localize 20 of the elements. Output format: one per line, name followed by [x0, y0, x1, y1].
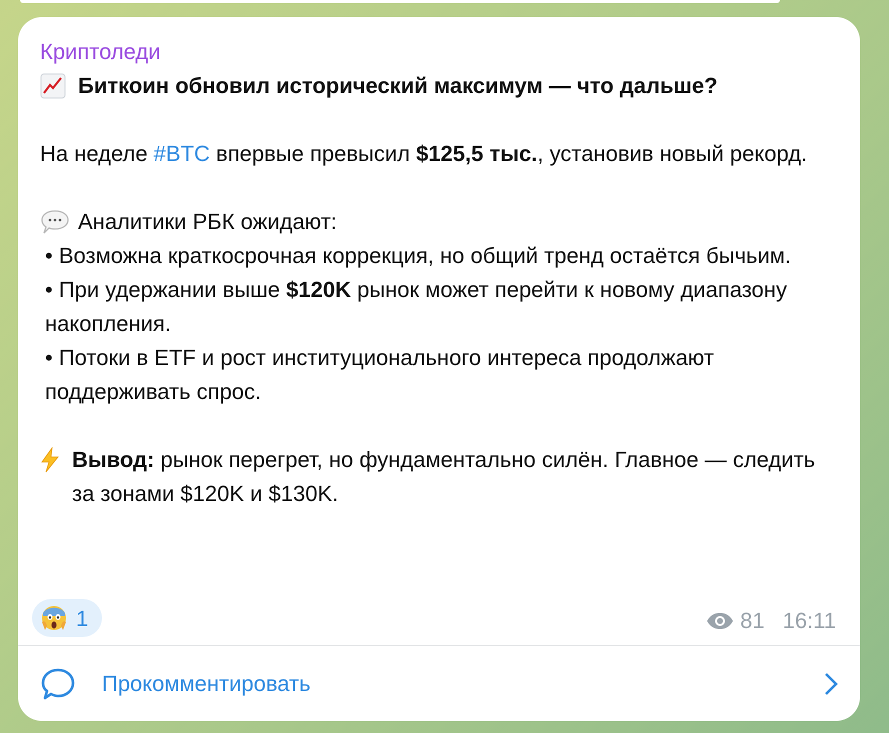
lightning-icon [40, 447, 60, 473]
view-count: 81 [740, 607, 765, 635]
channel-name[interactable]: Криптоледи [40, 35, 161, 69]
comment-button[interactable]: Прокомментировать [18, 645, 860, 721]
intro-paragraph: На неделе #BTC впервые превысил $125,5 тыс., установив новый рекорд. [40, 140, 808, 168]
hashtag-link[interactable]: #BTC [154, 141, 210, 166]
bullet-point: • Возможна краткосрочная коррекция, но общий тренд остаётся бычьим. [44, 242, 792, 270]
post-title: Биткоин обновил исторический максимум — что дальше? [78, 72, 718, 100]
reaction-chip[interactable]: 1 [32, 599, 102, 637]
eye-icon [706, 612, 734, 630]
comment-icon [40, 666, 76, 702]
conclusion-paragraph: Вывод: рынок перегрет, но фундаментально силён. Главное — следить за зонами $120K и $130K. [72, 446, 816, 508]
chart-icon [40, 73, 66, 99]
bullet-point: • При удержании выше $120K рынок может перейти к новому диапазону накопления. [44, 276, 788, 338]
chevron-right-icon [824, 672, 838, 696]
bullet-point: • Потоки в ETF и рост институционального интереса продолжают поддерживать спрос. [44, 344, 715, 406]
analysts-heading: Аналитики РБК ожидают: [78, 208, 337, 236]
speech-bubble-icon [40, 209, 70, 235]
message-time: 16:11 [782, 607, 836, 635]
scream-emoji-icon [40, 604, 68, 632]
